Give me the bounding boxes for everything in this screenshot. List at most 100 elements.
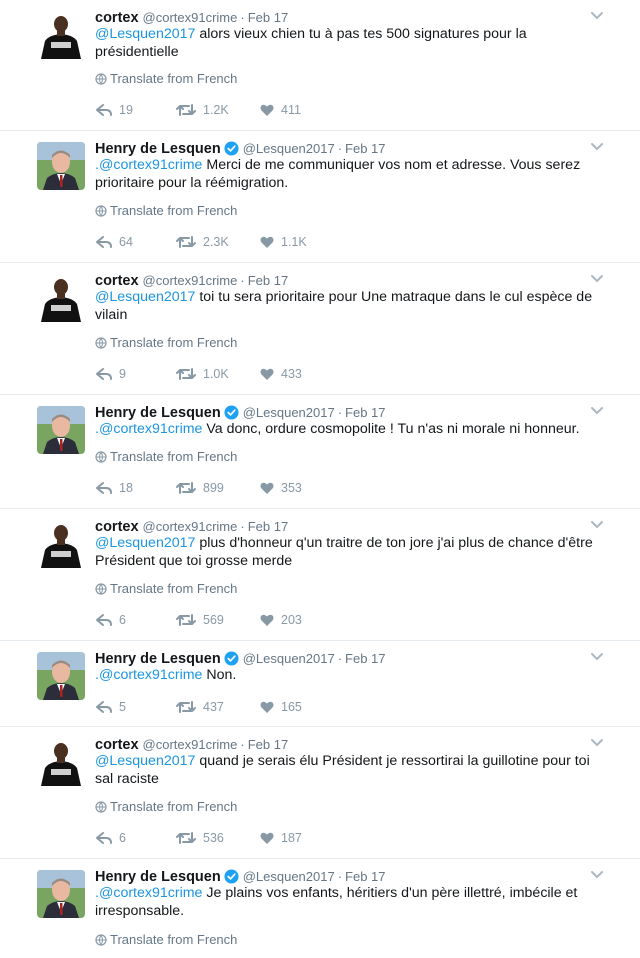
retweet-count: 2.3K bbox=[203, 235, 229, 249]
verified-badge-icon bbox=[224, 869, 239, 884]
retweet-button[interactable]: 536 bbox=[175, 828, 224, 848]
translate-link[interactable]: Translate from French bbox=[95, 580, 237, 598]
retweet-button[interactable]: 2.3K bbox=[175, 232, 229, 252]
chevron-down-icon[interactable] bbox=[589, 8, 605, 24]
reply-count: 6 bbox=[119, 831, 126, 845]
chevron-down-icon[interactable] bbox=[589, 271, 605, 287]
timestamp[interactable]: Feb 17 bbox=[248, 273, 288, 288]
tweet[interactable]: cortex @cortex91crime · Feb 17 @Lesquen2017… bbox=[0, 263, 640, 395]
display-name[interactable]: Henry de Lesquen bbox=[95, 869, 221, 885]
reply-icon bbox=[96, 104, 112, 116]
retweet-icon bbox=[176, 368, 196, 380]
like-button[interactable]: 187 bbox=[259, 828, 302, 848]
handle[interactable]: @cortex91crime bbox=[143, 737, 238, 752]
tweet[interactable]: cortex @cortex91crime · Feb 17 @Lesquen2017… bbox=[0, 509, 640, 641]
like-count: 411 bbox=[281, 103, 301, 117]
chevron-down-icon[interactable] bbox=[589, 139, 605, 155]
retweet-button[interactable]: 437 bbox=[175, 697, 224, 717]
handle[interactable]: @Lesquen2017 bbox=[243, 869, 335, 884]
avatar[interactable] bbox=[37, 738, 85, 786]
avatar[interactable] bbox=[37, 406, 85, 454]
like-button[interactable]: 203 bbox=[259, 610, 302, 630]
timestamp[interactable]: Feb 17 bbox=[248, 10, 288, 25]
mention-link[interactable]: @Lesquen2017 bbox=[95, 753, 195, 769]
avatar[interactable] bbox=[37, 652, 85, 700]
display-name[interactable]: cortex bbox=[95, 519, 139, 535]
timestamp[interactable]: Feb 17 bbox=[345, 869, 385, 884]
verified-badge-icon bbox=[224, 651, 239, 666]
display-name[interactable]: Henry de Lesquen bbox=[95, 651, 221, 667]
tweet[interactable]: Henry de Lesquen @Lesquen2017 · Feb 17 .@co… bbox=[0, 131, 640, 263]
display-name[interactable]: Henry de Lesquen bbox=[95, 141, 221, 157]
chevron-down-icon[interactable] bbox=[589, 517, 605, 533]
retweet-button[interactable]: 899 bbox=[175, 478, 224, 498]
tweet-actions: 64 2.3K 1.1K bbox=[95, 232, 395, 252]
tweet-header: Henry de Lesquen @Lesquen2017 · Feb 17 bbox=[95, 141, 386, 157]
timestamp[interactable]: Feb 17 bbox=[345, 405, 385, 420]
handle[interactable]: @cortex91crime bbox=[143, 10, 238, 25]
reply-button[interactable]: 5 bbox=[95, 697, 126, 717]
display-name[interactable]: cortex bbox=[95, 273, 139, 289]
reply-button[interactable]: 6 bbox=[95, 828, 126, 848]
tweet[interactable]: cortex @cortex91crime · Feb 17 @Lesquen2017… bbox=[0, 727, 640, 859]
like-button[interactable]: 411 bbox=[259, 100, 301, 120]
mention-link[interactable]: .@cortex91crime bbox=[95, 421, 202, 437]
tweet[interactable]: Henry de Lesquen @Lesquen2017 · Feb 17 .@co… bbox=[0, 641, 640, 727]
translate-link[interactable]: Translate from French bbox=[95, 334, 237, 352]
reply-button[interactable]: 64 bbox=[95, 232, 133, 252]
reply-button[interactable]: 18 bbox=[95, 478, 133, 498]
translate-link[interactable]: Translate from French bbox=[95, 448, 237, 466]
reply-button[interactable]: 19 bbox=[95, 100, 133, 120]
display-name[interactable]: Henry de Lesquen bbox=[95, 405, 221, 421]
timestamp[interactable]: Feb 17 bbox=[248, 519, 288, 534]
like-button[interactable]: 433 bbox=[259, 364, 302, 384]
avatar[interactable] bbox=[37, 274, 85, 322]
retweet-button[interactable]: 1.0K bbox=[175, 364, 229, 384]
handle[interactable]: @cortex91crime bbox=[143, 519, 238, 534]
retweet-button[interactable]: 569 bbox=[175, 610, 224, 630]
handle[interactable]: @Lesquen2017 bbox=[243, 651, 335, 666]
tweet[interactable]: Henry de Lesquen @Lesquen2017 · Feb 17 .@co… bbox=[0, 859, 640, 958]
like-button[interactable]: 353 bbox=[259, 478, 302, 498]
mention-link[interactable]: .@cortex91crime bbox=[95, 157, 202, 173]
translate-link[interactable]: Translate from French bbox=[95, 202, 237, 220]
chevron-down-icon[interactable] bbox=[589, 403, 605, 419]
retweet-button[interactable]: 1.2K bbox=[175, 100, 229, 120]
tweet[interactable]: Henry de Lesquen @Lesquen2017 · Feb 17 .@co… bbox=[0, 395, 640, 509]
timestamp[interactable]: Feb 17 bbox=[345, 141, 385, 156]
like-button[interactable]: 1.1K bbox=[259, 232, 307, 252]
timestamp[interactable]: Feb 17 bbox=[248, 737, 288, 752]
chevron-down-icon[interactable] bbox=[589, 867, 605, 883]
reply-button[interactable]: 9 bbox=[95, 364, 126, 384]
tweet-header: Henry de Lesquen @Lesquen2017 · Feb 17 bbox=[95, 869, 386, 885]
handle[interactable]: @cortex91crime bbox=[143, 273, 238, 288]
avatar[interactable] bbox=[37, 142, 85, 190]
translate-link[interactable]: Translate from French bbox=[95, 70, 237, 88]
avatar[interactable] bbox=[37, 870, 85, 918]
mention-link[interactable]: .@cortex91crime bbox=[95, 667, 202, 683]
handle[interactable]: @Lesquen2017 bbox=[243, 141, 335, 156]
mention-link[interactable]: @Lesquen2017 bbox=[95, 289, 195, 305]
timestamp[interactable]: Feb 17 bbox=[345, 651, 385, 666]
avatar[interactable] bbox=[37, 520, 85, 568]
like-count: 203 bbox=[281, 613, 302, 627]
chevron-down-icon[interactable] bbox=[589, 649, 605, 665]
translate-link[interactable]: Translate from French bbox=[95, 798, 237, 816]
display-name[interactable]: cortex bbox=[95, 737, 139, 753]
mention-link[interactable]: .@cortex91crime bbox=[95, 885, 202, 901]
mention-link[interactable]: @Lesquen2017 bbox=[95, 26, 195, 42]
display-name[interactable]: cortex bbox=[95, 10, 139, 26]
mention-link[interactable]: @Lesquen2017 bbox=[95, 535, 195, 551]
retweet-icon bbox=[176, 614, 196, 626]
globe-icon bbox=[95, 451, 107, 463]
tweet[interactable]: cortex @cortex91crime · Feb 17 @Lesquen2017… bbox=[0, 0, 640, 131]
chevron-down-icon[interactable] bbox=[589, 735, 605, 751]
globe-icon bbox=[95, 934, 107, 946]
avatar[interactable] bbox=[37, 11, 85, 59]
translate-link[interactable]: Translate from French bbox=[95, 931, 237, 949]
tweet-header: cortex @cortex91crime · Feb 17 bbox=[95, 737, 289, 753]
like-button[interactable]: 165 bbox=[259, 697, 302, 717]
reply-button[interactable]: 6 bbox=[95, 610, 126, 630]
like-count: 1.1K bbox=[281, 235, 307, 249]
handle[interactable]: @Lesquen2017 bbox=[243, 405, 335, 420]
